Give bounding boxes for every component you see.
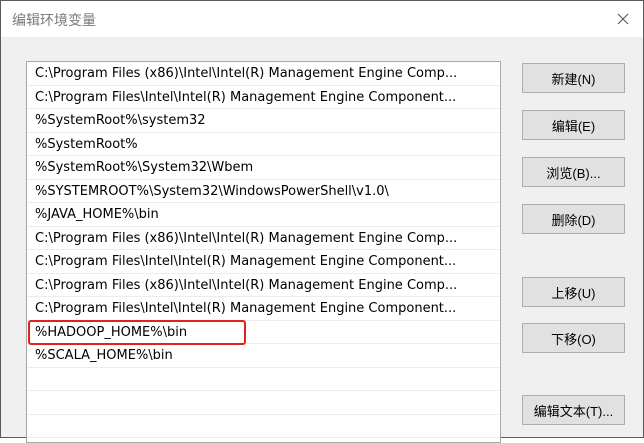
- edit-button[interactable]: 编辑(E): [522, 110, 625, 140]
- path-list-item[interactable]: C:\Program Files\Intel\Intel(R) Manageme…: [27, 297, 500, 321]
- edit-text-button[interactable]: 编辑文本(T)...: [522, 395, 625, 425]
- title-bar: 编辑环境变量: [1, 1, 643, 37]
- new-button[interactable]: 新建(N): [522, 63, 625, 93]
- close-icon: [617, 13, 629, 25]
- path-list[interactable]: C:\Program Files (x86)\Intel\Intel(R) Ma…: [26, 61, 501, 443]
- path-list-item[interactable]: C:\Program Files\Intel\Intel(R) Manageme…: [27, 250, 500, 274]
- path-list-empty-row[interactable]: [27, 415, 500, 438]
- path-list-empty-row[interactable]: [27, 391, 500, 415]
- path-list-item[interactable]: %HADOOP_HOME%\bin: [27, 321, 500, 344]
- path-list-item[interactable]: C:\Program Files\Intel\Intel(R) Manageme…: [27, 86, 500, 109]
- browse-button[interactable]: 浏览(B)...: [522, 157, 625, 187]
- path-list-empty-row[interactable]: [27, 368, 500, 391]
- path-list-item[interactable]: C:\Program Files (x86)\Intel\Intel(R) Ma…: [27, 274, 500, 297]
- path-list-item[interactable]: %SCALA_HOME%\bin: [27, 344, 500, 368]
- edit-env-variable-dialog: 编辑环境变量 C:\Program Files (x86)\Intel\Inte…: [0, 0, 644, 443]
- move-down-button[interactable]: 下移(O): [522, 323, 625, 353]
- path-list-item[interactable]: C:\Program Files (x86)\Intel\Intel(R) Ma…: [27, 227, 500, 250]
- path-list-item[interactable]: C:\Program Files (x86)\Intel\Intel(R) Ma…: [27, 62, 500, 86]
- dialog-client-area: C:\Program Files (x86)\Intel\Intel(R) Ma…: [1, 37, 643, 443]
- close-button[interactable]: [609, 5, 637, 33]
- path-list-item[interactable]: %SYSTEMROOT%\System32\WindowsPowerShell\…: [27, 180, 500, 203]
- path-list-item[interactable]: %JAVA_HOME%\bin: [27, 203, 500, 227]
- path-list-item[interactable]: %SystemRoot%: [27, 133, 500, 156]
- delete-button[interactable]: 删除(D): [522, 204, 625, 234]
- move-up-button[interactable]: 上移(U): [522, 277, 625, 307]
- window-title: 编辑环境变量: [12, 13, 96, 29]
- path-list-item[interactable]: %SystemRoot%\System32\Wbem: [27, 156, 500, 180]
- path-list-item[interactable]: %SystemRoot%\system32: [27, 109, 500, 133]
